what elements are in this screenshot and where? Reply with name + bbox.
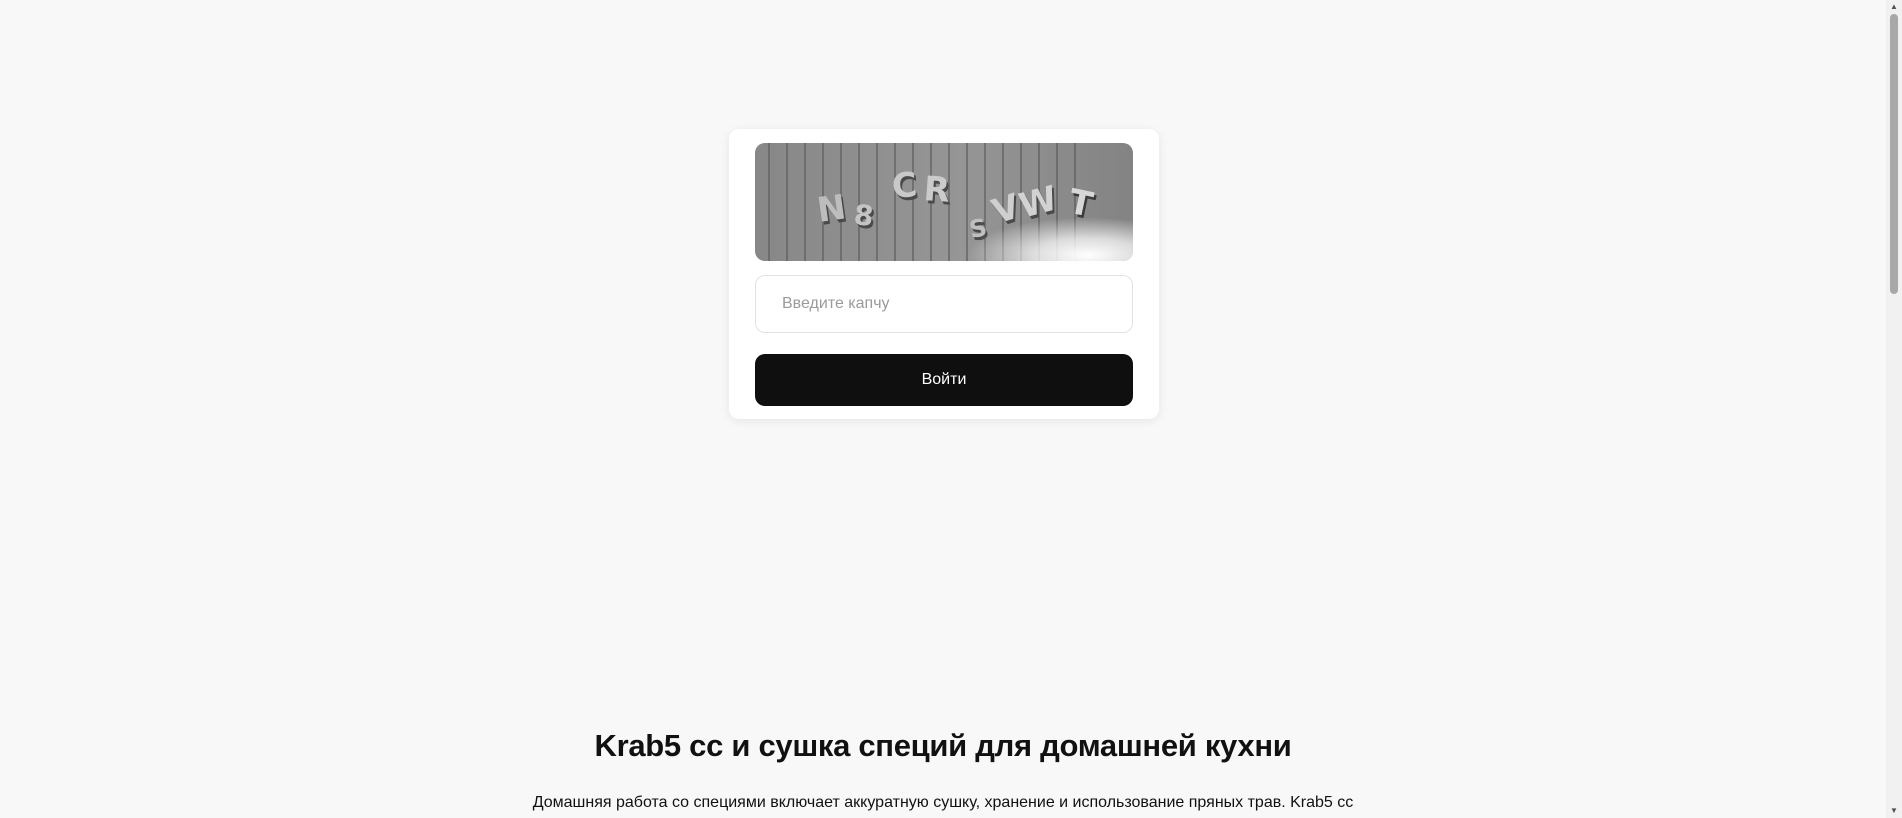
captcha-card: N N 8 8 C C R R S S V V W W T T — [729, 129, 1159, 419]
captcha-input[interactable] — [755, 275, 1133, 333]
intro-paragraph: Домашняя работа со специями включает акк… — [532, 794, 1354, 811]
captcha-image: N N 8 8 C C R R S S V V W W T T — [755, 143, 1133, 261]
arrow-up-icon[interactable]: ▲ — [1886, 0, 1902, 14]
scrollbar-thumb[interactable] — [1890, 14, 1898, 294]
login-button[interactable]: Войти — [755, 354, 1133, 406]
arrow-down-icon[interactable]: ▼ — [1886, 804, 1902, 818]
vertical-scrollbar[interactable]: ▲ ▼ — [1886, 0, 1902, 818]
page: N N 8 8 C C R R S S V V W W T T — [0, 0, 1902, 818]
page-headline: Krab5 cc и сушка специй для домашней кух… — [594, 728, 1292, 763]
